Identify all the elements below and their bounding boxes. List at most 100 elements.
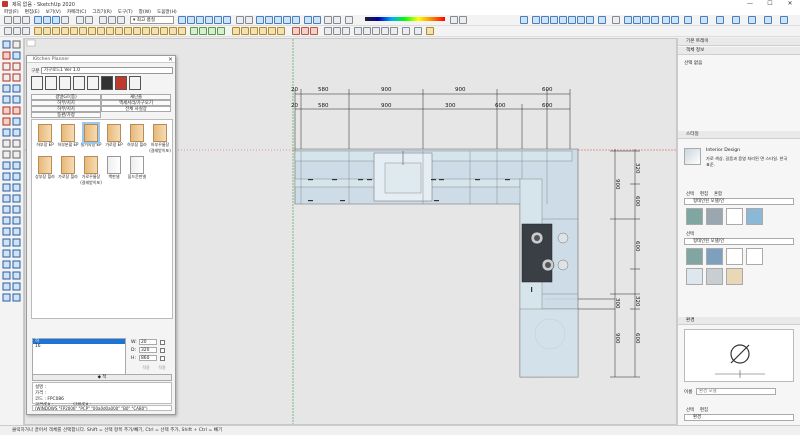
left-view-icon[interactable] bbox=[223, 16, 231, 24]
solid-union-icon[interactable] bbox=[532, 16, 540, 24]
section-icon[interactable] bbox=[333, 16, 341, 24]
kp-dimension-icon[interactable] bbox=[292, 27, 300, 35]
kp-price-icon[interactable] bbox=[208, 27, 216, 35]
kp-tab-7[interactable]: 동판/가정 bbox=[31, 112, 101, 118]
style-swatch[interactable] bbox=[746, 248, 763, 265]
w-checkbox[interactable] bbox=[160, 340, 165, 345]
entity-info-header[interactable]: 객체 정보 bbox=[678, 47, 800, 55]
style-collection-select-1[interactable]: 형태인된 모델/인 bbox=[684, 198, 794, 205]
right-cube-icon[interactable] bbox=[651, 16, 659, 24]
select-tool-icon[interactable] bbox=[4, 27, 12, 35]
redo-icon[interactable] bbox=[85, 16, 93, 24]
solid-intersect-icon[interactable] bbox=[559, 16, 567, 24]
scenes-header[interactable]: 환경 bbox=[678, 317, 800, 325]
kp-category-4-icon[interactable] bbox=[73, 76, 85, 90]
kp-category-3-icon[interactable] bbox=[59, 76, 71, 90]
right-view-icon[interactable] bbox=[205, 16, 213, 24]
zoom-extents-cube-icon[interactable] bbox=[732, 16, 740, 24]
minimize-button[interactable]: — bbox=[740, 0, 760, 8]
layer-icon[interactable] bbox=[612, 16, 620, 24]
kp-base-icon[interactable] bbox=[34, 27, 42, 35]
kp-category-5-icon[interactable] bbox=[87, 76, 99, 90]
model-info-icon[interactable] bbox=[108, 16, 116, 24]
iso-view-icon[interactable] bbox=[178, 16, 186, 24]
kp-command-line[interactable]: (WINDOWS "FP2006" "PCP" "00a0d0a000" "B0… bbox=[32, 405, 172, 411]
style-swatch[interactable] bbox=[726, 208, 743, 225]
copy-icon[interactable] bbox=[43, 16, 51, 24]
sandbox-scratch-icon[interactable] bbox=[598, 16, 606, 24]
scene-tab[interactable] bbox=[26, 39, 36, 47]
fog-icon[interactable] bbox=[324, 16, 332, 24]
style-swatch[interactable] bbox=[726, 248, 743, 265]
style-tab-edit[interactable]: 편집 bbox=[700, 191, 708, 197]
small-apply-button-2[interactable]: 적용 bbox=[155, 365, 169, 372]
kp-bom-icon[interactable] bbox=[217, 27, 225, 35]
kp-align-icon[interactable] bbox=[342, 27, 350, 35]
kp-print-icon[interactable] bbox=[390, 27, 398, 35]
kp-cooktop-icon[interactable] bbox=[178, 27, 186, 35]
kp-window-icon[interactable] bbox=[250, 27, 258, 35]
kp-top-icon[interactable] bbox=[124, 27, 132, 35]
d-field[interactable]: 320 bbox=[139, 347, 157, 353]
sunlight-icon[interactable] bbox=[304, 16, 312, 24]
kp-sink-icon[interactable] bbox=[61, 27, 69, 35]
styles-header[interactable]: 스타일 bbox=[678, 131, 800, 139]
kp-section-icon[interactable] bbox=[310, 27, 318, 35]
scene-collection-select[interactable]: 환경 bbox=[684, 414, 794, 421]
product-item[interactable]: 상부장 힐라 bbox=[34, 156, 56, 180]
lookaround-icon[interactable] bbox=[764, 16, 772, 24]
back-edges-icon[interactable] bbox=[245, 16, 253, 24]
eraser-tool-icon[interactable] bbox=[13, 27, 21, 35]
maximize-button[interactable]: ☐ bbox=[760, 0, 780, 8]
front-cube-icon[interactable] bbox=[642, 16, 650, 24]
kp-category-2-icon[interactable] bbox=[45, 76, 57, 90]
kp-rotate-icon[interactable] bbox=[324, 27, 332, 35]
save-icon[interactable] bbox=[22, 16, 30, 24]
style-swatch[interactable] bbox=[706, 248, 723, 265]
kp-plinth-icon[interactable] bbox=[133, 27, 141, 35]
paint-tool-icon[interactable] bbox=[22, 27, 30, 35]
parallel-icon[interactable] bbox=[700, 16, 708, 24]
menu-window[interactable]: 창(W) bbox=[139, 9, 151, 15]
paste-icon[interactable] bbox=[52, 16, 60, 24]
shaded-icon[interactable] bbox=[274, 16, 282, 24]
camera-icon[interactable] bbox=[117, 16, 125, 24]
outer-shell-icon[interactable] bbox=[577, 16, 585, 24]
scene-tab-select[interactable]: 선택 bbox=[686, 407, 694, 413]
scene-name-input[interactable] bbox=[696, 388, 776, 395]
style-swatch[interactable] bbox=[686, 208, 703, 225]
style-tab-mix[interactable]: 혼합 bbox=[714, 191, 722, 197]
open-icon[interactable] bbox=[13, 16, 21, 24]
left-cube-icon[interactable] bbox=[671, 16, 679, 24]
two-point-icon[interactable] bbox=[716, 16, 724, 24]
kp-grid-icon[interactable] bbox=[354, 27, 362, 35]
style-swatch[interactable] bbox=[686, 248, 703, 265]
kp-info-icon[interactable] bbox=[414, 27, 422, 35]
kp-settings-gear-icon[interactable] bbox=[129, 76, 141, 90]
xray-icon[interactable] bbox=[236, 16, 244, 24]
sandbox-contours-icon[interactable] bbox=[586, 16, 594, 24]
kp-report-icon[interactable] bbox=[190, 27, 198, 35]
product-item[interactable]: 하부꾸룸장(걸레받이포) bbox=[149, 124, 171, 154]
kp-drawer-icon[interactable] bbox=[97, 27, 105, 35]
position-camera-icon[interactable] bbox=[780, 16, 788, 24]
kp-hood-icon[interactable] bbox=[169, 27, 177, 35]
shadow-icon[interactable] bbox=[313, 16, 321, 24]
tool-icons[interactable] bbox=[0, 38, 24, 425]
solid-trim-icon[interactable] bbox=[550, 16, 558, 24]
component-icon[interactable] bbox=[520, 16, 528, 24]
kp-export-icon[interactable] bbox=[199, 27, 207, 35]
new-icon[interactable] bbox=[4, 16, 12, 24]
product-item[interactable]: 가로꾸룸장(걸레받이포) bbox=[80, 156, 102, 186]
wireframe-icon[interactable] bbox=[256, 16, 264, 24]
solid-split-icon[interactable] bbox=[568, 16, 576, 24]
menu-edit[interactable]: 편집(E) bbox=[25, 9, 40, 15]
kp-table-icon[interactable] bbox=[363, 27, 371, 35]
product-item[interactable]: 가로장 힐라 bbox=[57, 156, 79, 180]
kp-door2-icon[interactable] bbox=[259, 27, 267, 35]
menu-view[interactable]: 보기(V) bbox=[46, 9, 61, 15]
product-item[interactable]: 설거지장 EP bbox=[80, 122, 102, 148]
iso-cube-icon[interactable] bbox=[624, 16, 632, 24]
kp-mirror-icon[interactable] bbox=[333, 27, 341, 35]
delete-icon[interactable] bbox=[61, 16, 69, 24]
